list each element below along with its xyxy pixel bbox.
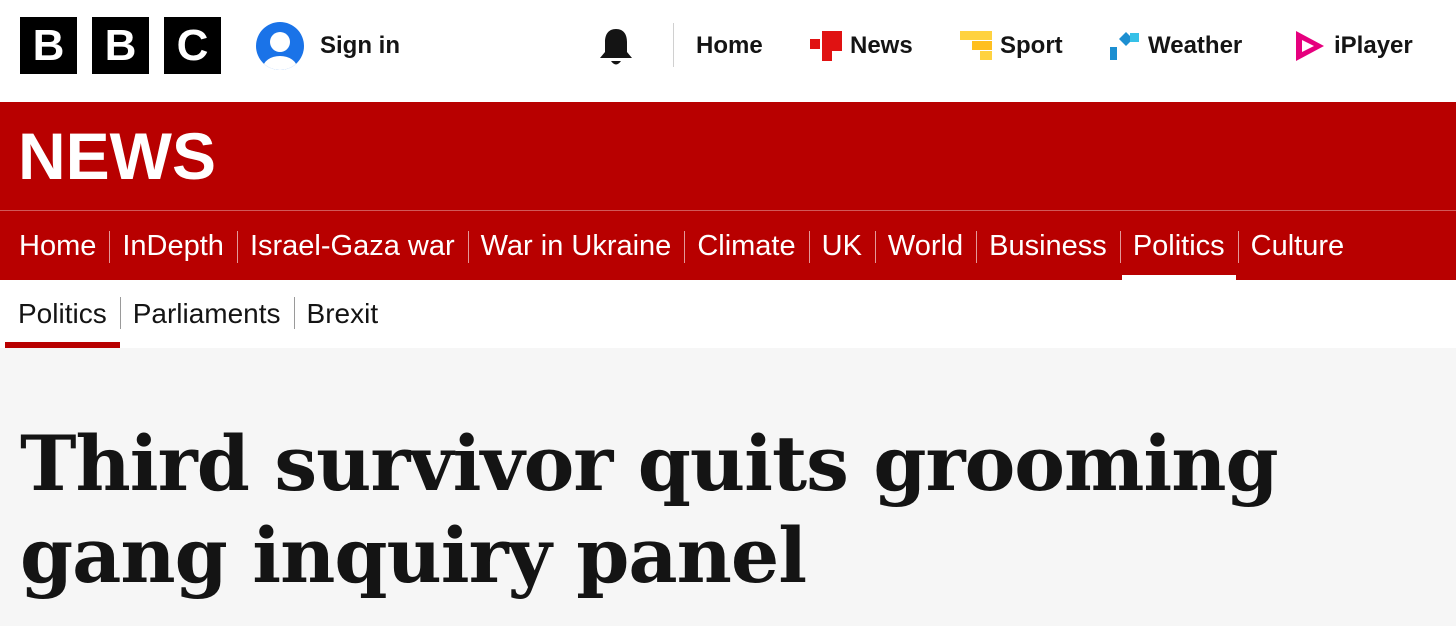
weather-icon	[1110, 32, 1139, 60]
politics-sub-nav: Politics Parliaments Brexit	[0, 280, 1456, 348]
section-nav-label: Politics	[1132, 229, 1225, 262]
bbc-logo-block-2: B	[92, 17, 149, 74]
section-nav-item-israel-gaza-war[interactable]: Israel-Gaza war	[236, 211, 468, 281]
news-masthead: NEWS	[0, 102, 1456, 210]
section-nav-item-politics[interactable]: Politics	[1119, 211, 1238, 281]
section-nav-item-uk[interactable]: UK	[808, 211, 875, 281]
topnav-news-label: News	[850, 32, 913, 59]
news-icon	[810, 31, 842, 61]
topnav-sport[interactable]: Sport	[960, 26, 1063, 66]
section-nav-label: War in Ukraine	[480, 229, 672, 262]
bbc-logo[interactable]: B B C	[20, 17, 221, 74]
article-headline: Third survivor quits grooming gang inqui…	[20, 419, 1279, 600]
topnav-iplayer[interactable]: iPlayer	[1294, 26, 1413, 66]
sub-nav-label: Parliaments	[132, 298, 281, 329]
section-nav-item-indepth[interactable]: InDepth	[109, 211, 237, 281]
bbc-logo-block-1: B	[20, 17, 77, 74]
section-nav-label: Home	[19, 229, 97, 262]
header-divider	[673, 23, 674, 67]
topnav-weather[interactable]: Weather	[1108, 26, 1242, 66]
section-nav-item-climate[interactable]: Climate	[684, 211, 808, 281]
news-masthead-title[interactable]: NEWS	[18, 116, 216, 196]
topnav-sport-label: Sport	[1000, 32, 1063, 59]
section-nav-label: UK	[821, 229, 862, 262]
bbc-logo-block-3: C	[164, 17, 221, 74]
sub-nav-label: Politics	[18, 298, 107, 329]
topnav-iplayer-label: iPlayer	[1334, 32, 1413, 59]
sub-nav-item-politics[interactable]: Politics	[5, 280, 120, 348]
section-nav-label: Israel-Gaza war	[249, 229, 455, 262]
sub-nav-label: Brexit	[306, 298, 379, 329]
section-nav-label: InDepth	[122, 229, 224, 262]
iplayer-icon	[1296, 31, 1324, 61]
sub-nav-item-brexit[interactable]: Brexit	[293, 280, 392, 348]
section-nav-label: Culture	[1250, 229, 1345, 262]
section-nav-item-home[interactable]: Home	[6, 211, 109, 281]
sign-in-label: Sign in	[320, 32, 400, 59]
topnav-home-label: Home	[696, 32, 763, 59]
bbc-top-bar: B B C Sign in Home News Sport Weather iP…	[0, 0, 1456, 102]
section-nav-item-culture[interactable]: Culture	[1237, 211, 1358, 281]
sport-icon	[960, 31, 992, 60]
topnav-news[interactable]: News	[810, 26, 913, 66]
section-nav-item-world[interactable]: World	[874, 211, 976, 281]
account-avatar-icon	[256, 22, 304, 70]
section-nav-label: Business	[989, 229, 1107, 262]
section-nav-label: Climate	[697, 229, 796, 262]
section-nav-item-war-in-ukraine[interactable]: War in Ukraine	[467, 211, 685, 281]
topnav-weather-label: Weather	[1148, 32, 1243, 59]
section-nav: Home InDepth Israel-Gaza war War in Ukra…	[0, 210, 1456, 281]
topnav-home[interactable]: Home	[696, 26, 763, 66]
section-nav-item-business[interactable]: Business	[976, 211, 1120, 281]
section-nav-label: World	[887, 229, 964, 262]
notifications-bell-icon[interactable]	[596, 26, 636, 68]
sign-in-button[interactable]: Sign in	[256, 22, 400, 70]
sub-nav-item-parliaments[interactable]: Parliaments	[119, 280, 294, 348]
